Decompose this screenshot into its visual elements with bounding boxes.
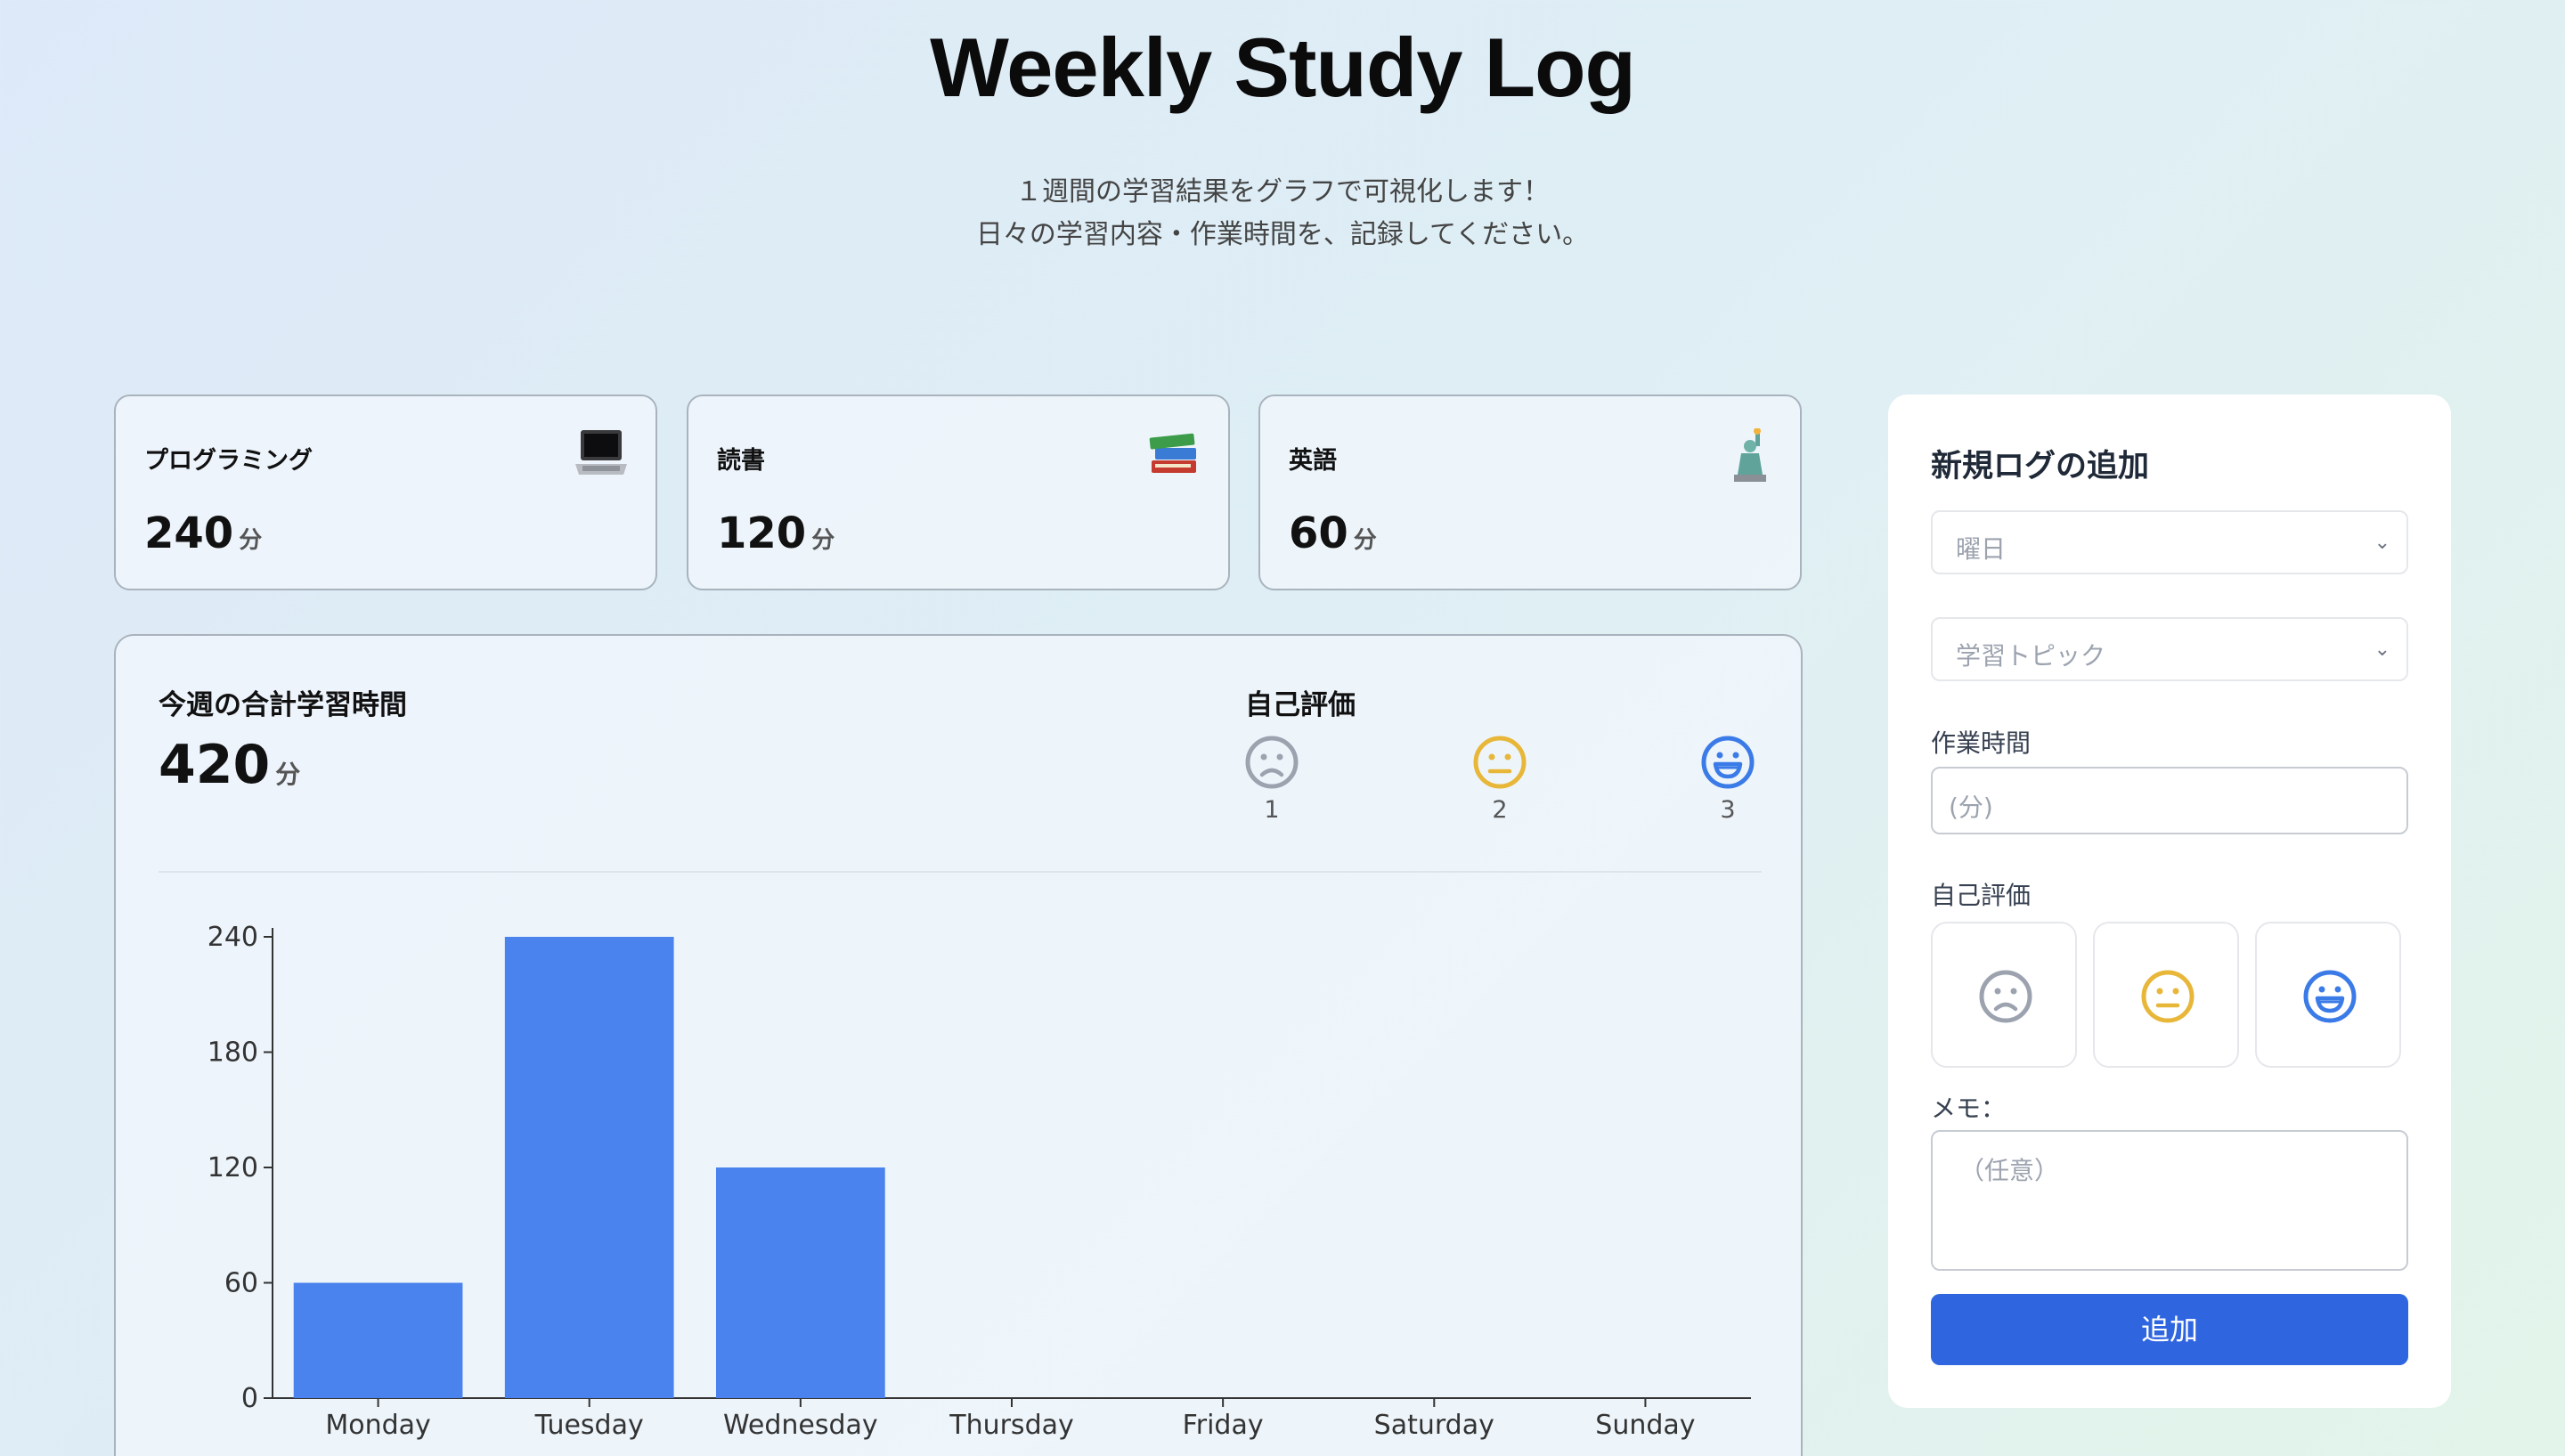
topic-select-placeholder: 学習トピック bbox=[1956, 641, 2106, 671]
y-tick-label: 0 bbox=[241, 1383, 258, 1414]
topic-value: 120 分 bbox=[717, 508, 835, 558]
bar-wednesday bbox=[716, 1167, 885, 1398]
subtitle-line-2: 日々の学習内容・作業時間を、記録してください。 bbox=[975, 219, 1590, 250]
topic-name: 読書 bbox=[717, 447, 765, 475]
rating-button-3[interactable] bbox=[2255, 922, 2401, 1068]
rating-button-1[interactable] bbox=[1931, 922, 2077, 1068]
add-button[interactable]: 追加 bbox=[1931, 1294, 2408, 1365]
form-title: 新規ログの追加 bbox=[1931, 449, 2150, 484]
bar-tuesday bbox=[504, 937, 674, 1398]
y-tick-label: 240 bbox=[208, 922, 258, 953]
add-log-form: 新規ログの追加 曜日 ⌄ 学習トピック ⌄ 作業時間 (分) 自己評価 メモ： … bbox=[1888, 395, 2451, 1408]
day-select[interactable]: 曜日 ⌄ bbox=[1931, 510, 2408, 574]
rating-number: 1 bbox=[1264, 796, 1280, 824]
total-time-value: 420 分 bbox=[159, 734, 301, 796]
bar-monday bbox=[293, 1282, 463, 1398]
topic-name: プログラミング bbox=[144, 447, 313, 475]
time-input-placeholder: (分) bbox=[1949, 793, 1993, 822]
chevron-down-icon: ⌄ bbox=[2374, 532, 2390, 554]
page-title: Weekly Study Log bbox=[930, 20, 1636, 114]
rating-2: 2 bbox=[1473, 736, 1527, 824]
study-time-bar-chart: 0 60 120 180 240 Monday Tuesday Wednesday Thursd… bbox=[208, 922, 1751, 1441]
form-rating-label: 自己評価 bbox=[1931, 881, 2032, 910]
sad-face-icon bbox=[1245, 736, 1299, 789]
x-tick-label: Friday bbox=[1183, 1410, 1264, 1441]
subtitle-line-1: １週間の学習結果をグラフで可視化します！ bbox=[1015, 176, 1550, 207]
x-tick-label: Monday bbox=[325, 1410, 430, 1441]
topic-value: 60 分 bbox=[1289, 508, 1377, 558]
divider bbox=[159, 871, 1762, 873]
topic-select[interactable]: 学習トピック ⌄ bbox=[1931, 617, 2408, 681]
topic-card-english: 英語 60 分 bbox=[1258, 395, 1802, 590]
rating-number: 2 bbox=[1492, 796, 1508, 824]
rating-label: 自己評価 bbox=[1245, 689, 1356, 721]
rating-number: 3 bbox=[1720, 796, 1736, 824]
rating-button-2[interactable] bbox=[2093, 922, 2239, 1068]
topic-card-reading: 読書 120 分 bbox=[687, 395, 1230, 590]
day-select-placeholder: 曜日 bbox=[1956, 534, 2007, 564]
chevron-down-icon: ⌄ bbox=[2374, 639, 2390, 661]
sad-face-icon bbox=[1979, 970, 2032, 1023]
time-label: 作業時間 bbox=[1931, 728, 2032, 758]
y-tick-label: 60 bbox=[224, 1268, 258, 1299]
y-tick-label: 120 bbox=[208, 1152, 258, 1184]
happy-face-icon bbox=[1701, 736, 1755, 789]
time-input[interactable]: (分) bbox=[1931, 767, 2408, 834]
x-tick-label: Tuesday bbox=[534, 1410, 644, 1441]
weekly-summary-panel: 今週の合計学習時間 420 分 自己評価 1 2 3 0 60 120 180 240 Mo… bbox=[114, 634, 1803, 1456]
books-icon bbox=[1146, 428, 1201, 491]
neutral-face-icon bbox=[2141, 970, 2194, 1023]
laptop-icon bbox=[574, 428, 629, 491]
rating-3: 3 bbox=[1701, 736, 1755, 824]
memo-textarea[interactable]: （任意） bbox=[1931, 1130, 2408, 1271]
happy-face-icon bbox=[2303, 970, 2357, 1023]
y-tick-label: 180 bbox=[208, 1037, 258, 1069]
x-tick-label: Saturday bbox=[1374, 1410, 1494, 1441]
memo-placeholder: （任意） bbox=[1959, 1156, 2060, 1185]
statue-of-liberty-icon bbox=[1729, 427, 1773, 496]
total-time-label: 今週の合計学習時間 bbox=[159, 689, 407, 721]
topic-card-programming: プログラミング 240 分 bbox=[114, 395, 657, 590]
x-tick-label: Thursday bbox=[949, 1410, 1074, 1441]
x-tick-label: Sunday bbox=[1595, 1410, 1695, 1441]
memo-label: メモ： bbox=[1931, 1094, 2007, 1123]
topic-value: 240 分 bbox=[144, 508, 263, 558]
x-tick-label: Wednesday bbox=[723, 1410, 878, 1441]
topic-name: 英語 bbox=[1289, 447, 1337, 475]
neutral-face-icon bbox=[1473, 736, 1527, 789]
rating-1: 1 bbox=[1245, 736, 1299, 824]
